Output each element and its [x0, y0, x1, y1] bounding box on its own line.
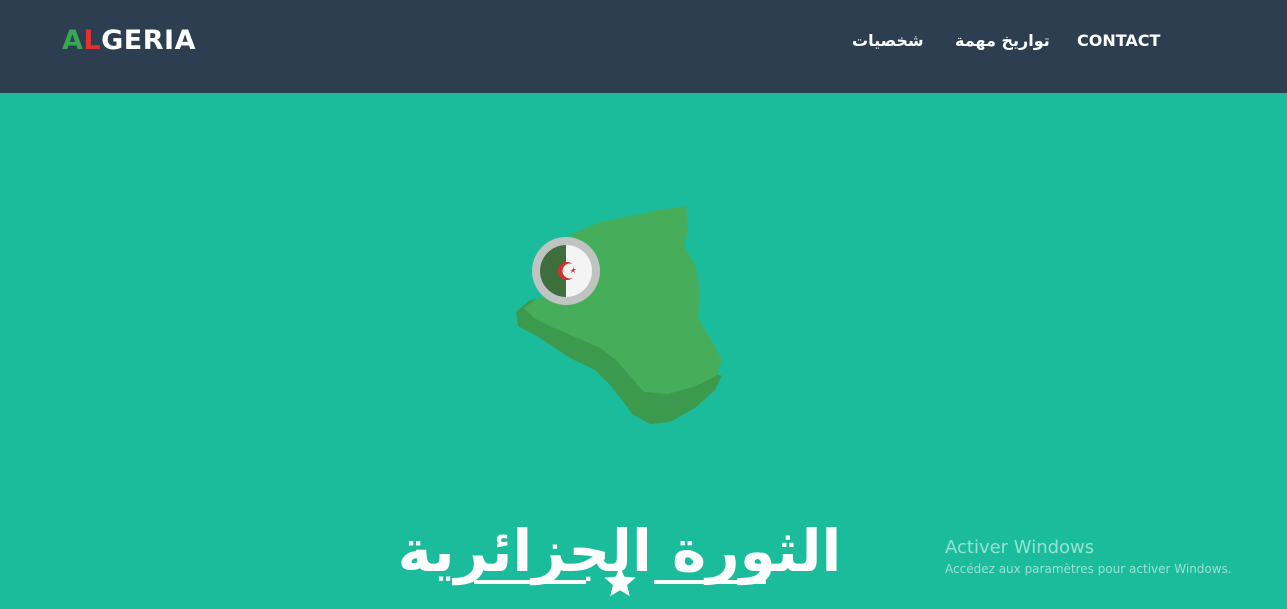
navbar: ALGERIA شخصيات تواريخ مهمة CONTACT [0, 0, 1287, 93]
nav-item-contact[interactable]: CONTACT [1077, 30, 1160, 52]
nav-item-important-dates[interactable]: تواريخ مهمة [955, 30, 1050, 52]
windows-activation-watermark: Activer Windows Accédez aux paramètres p… [945, 537, 1232, 579]
brand-letter-l: L [83, 25, 102, 56]
algeria-map-icon [516, 206, 722, 424]
brand-text-rest: GERIA [101, 25, 196, 56]
brand-letter-a: A [62, 25, 84, 56]
star-divider [472, 562, 768, 602]
nav-item-personalities[interactable]: شخصيات [852, 30, 924, 52]
watermark-subtitle: Accédez aux paramètres pour activer Wind… [945, 562, 1232, 576]
divider-line-left [474, 580, 586, 584]
star-icon [604, 566, 636, 597]
brand-logo[interactable]: ALGERIA [62, 25, 196, 57]
divider-line-right [654, 580, 766, 584]
watermark-title: Activer Windows [945, 537, 1095, 558]
algeria-flag-icon [532, 237, 600, 305]
